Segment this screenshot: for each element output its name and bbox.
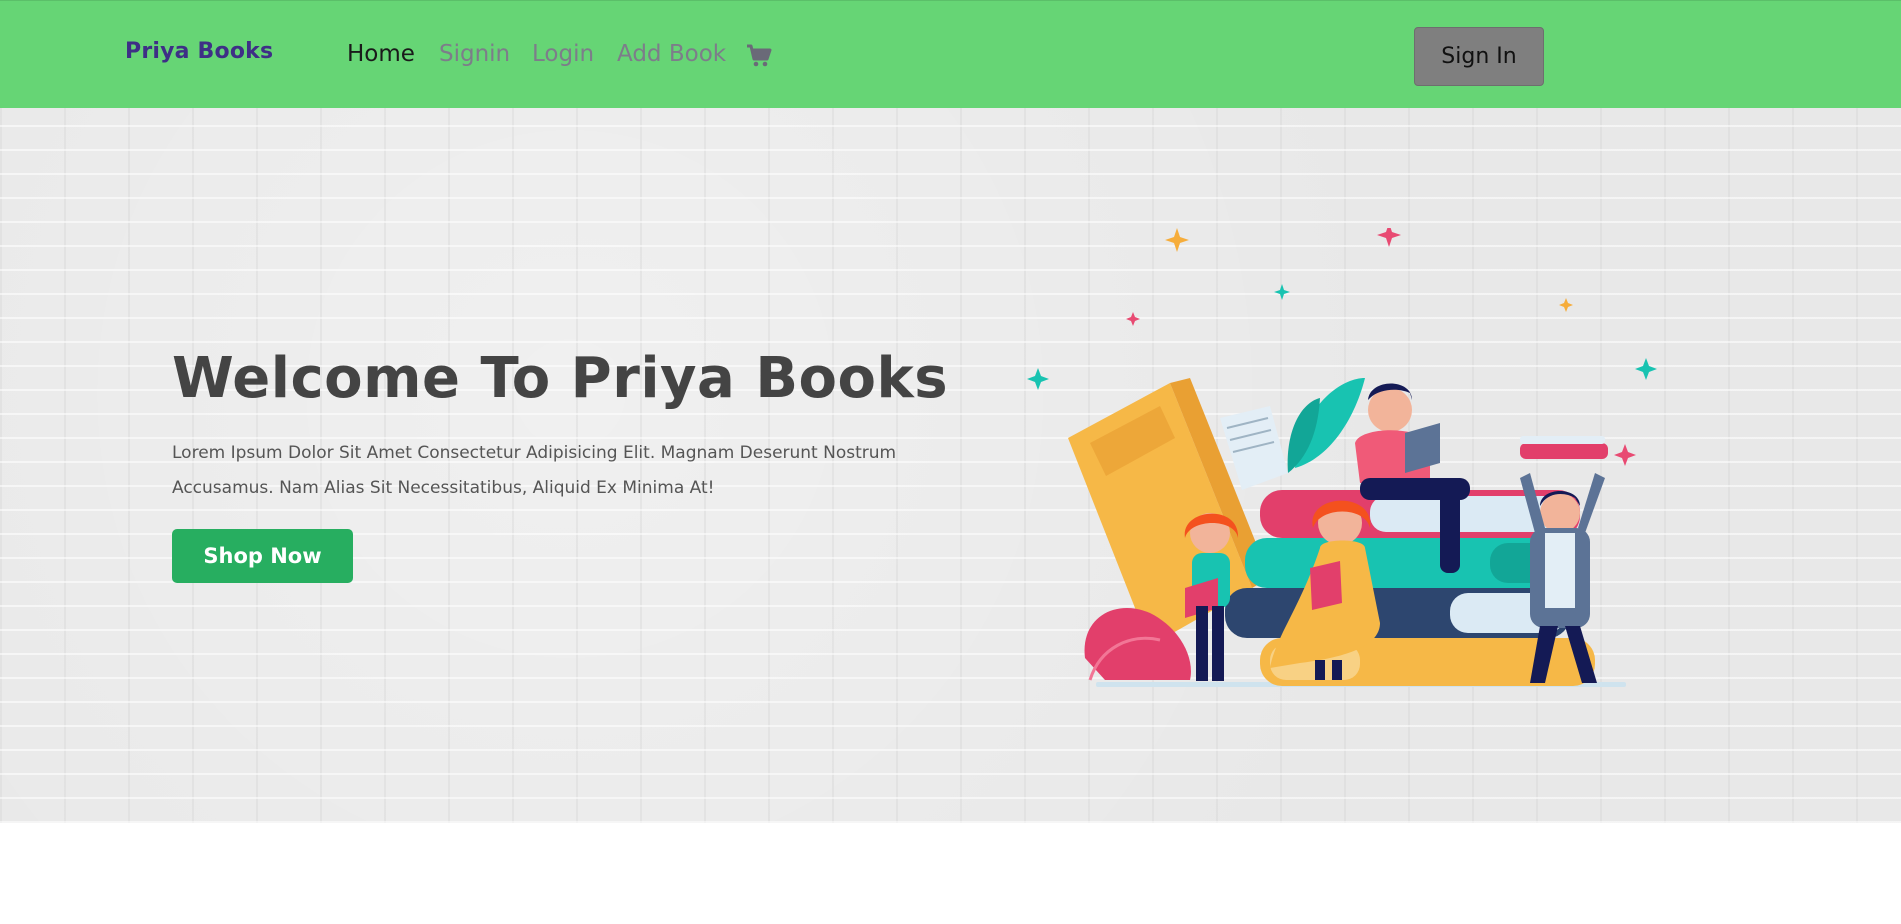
sparkle-icon — [1165, 228, 1189, 252]
nav-link-home[interactable]: Home — [347, 41, 415, 67]
shopping-cart-icon[interactable] — [745, 42, 773, 70]
nav-link-signin[interactable]: Signin — [439, 41, 510, 67]
hero-description: Lorem Ipsum Dolor Sit Amet Consectetur A… — [172, 443, 897, 498]
sign-in-button[interactable]: Sign In — [1414, 27, 1544, 86]
sparkle-icon — [1126, 312, 1140, 326]
sparkle-icon — [1614, 444, 1636, 466]
people-reading-books-illustration — [1027, 228, 1657, 687]
brand-logo[interactable]: Priya Books — [125, 39, 273, 64]
sparkle-icon — [1274, 284, 1290, 300]
shop-now-button[interactable]: Shop Now — [172, 529, 353, 583]
hero-title: Welcome To Priya Books — [172, 346, 949, 411]
nav-link-login[interactable]: Login — [532, 41, 594, 67]
hero-section: Welcome To Priya Books Lorem Ipsum Dolor… — [0, 108, 1901, 823]
nav-link-add-book[interactable]: Add Book — [617, 41, 726, 67]
sparkle-icon — [1635, 358, 1657, 380]
sparkle-icon — [1559, 298, 1573, 312]
navbar: Priya Books Home Signin Login Add Book S… — [0, 0, 1901, 108]
sparkle-icon — [1377, 228, 1401, 247]
sparkle-icon — [1027, 368, 1049, 390]
